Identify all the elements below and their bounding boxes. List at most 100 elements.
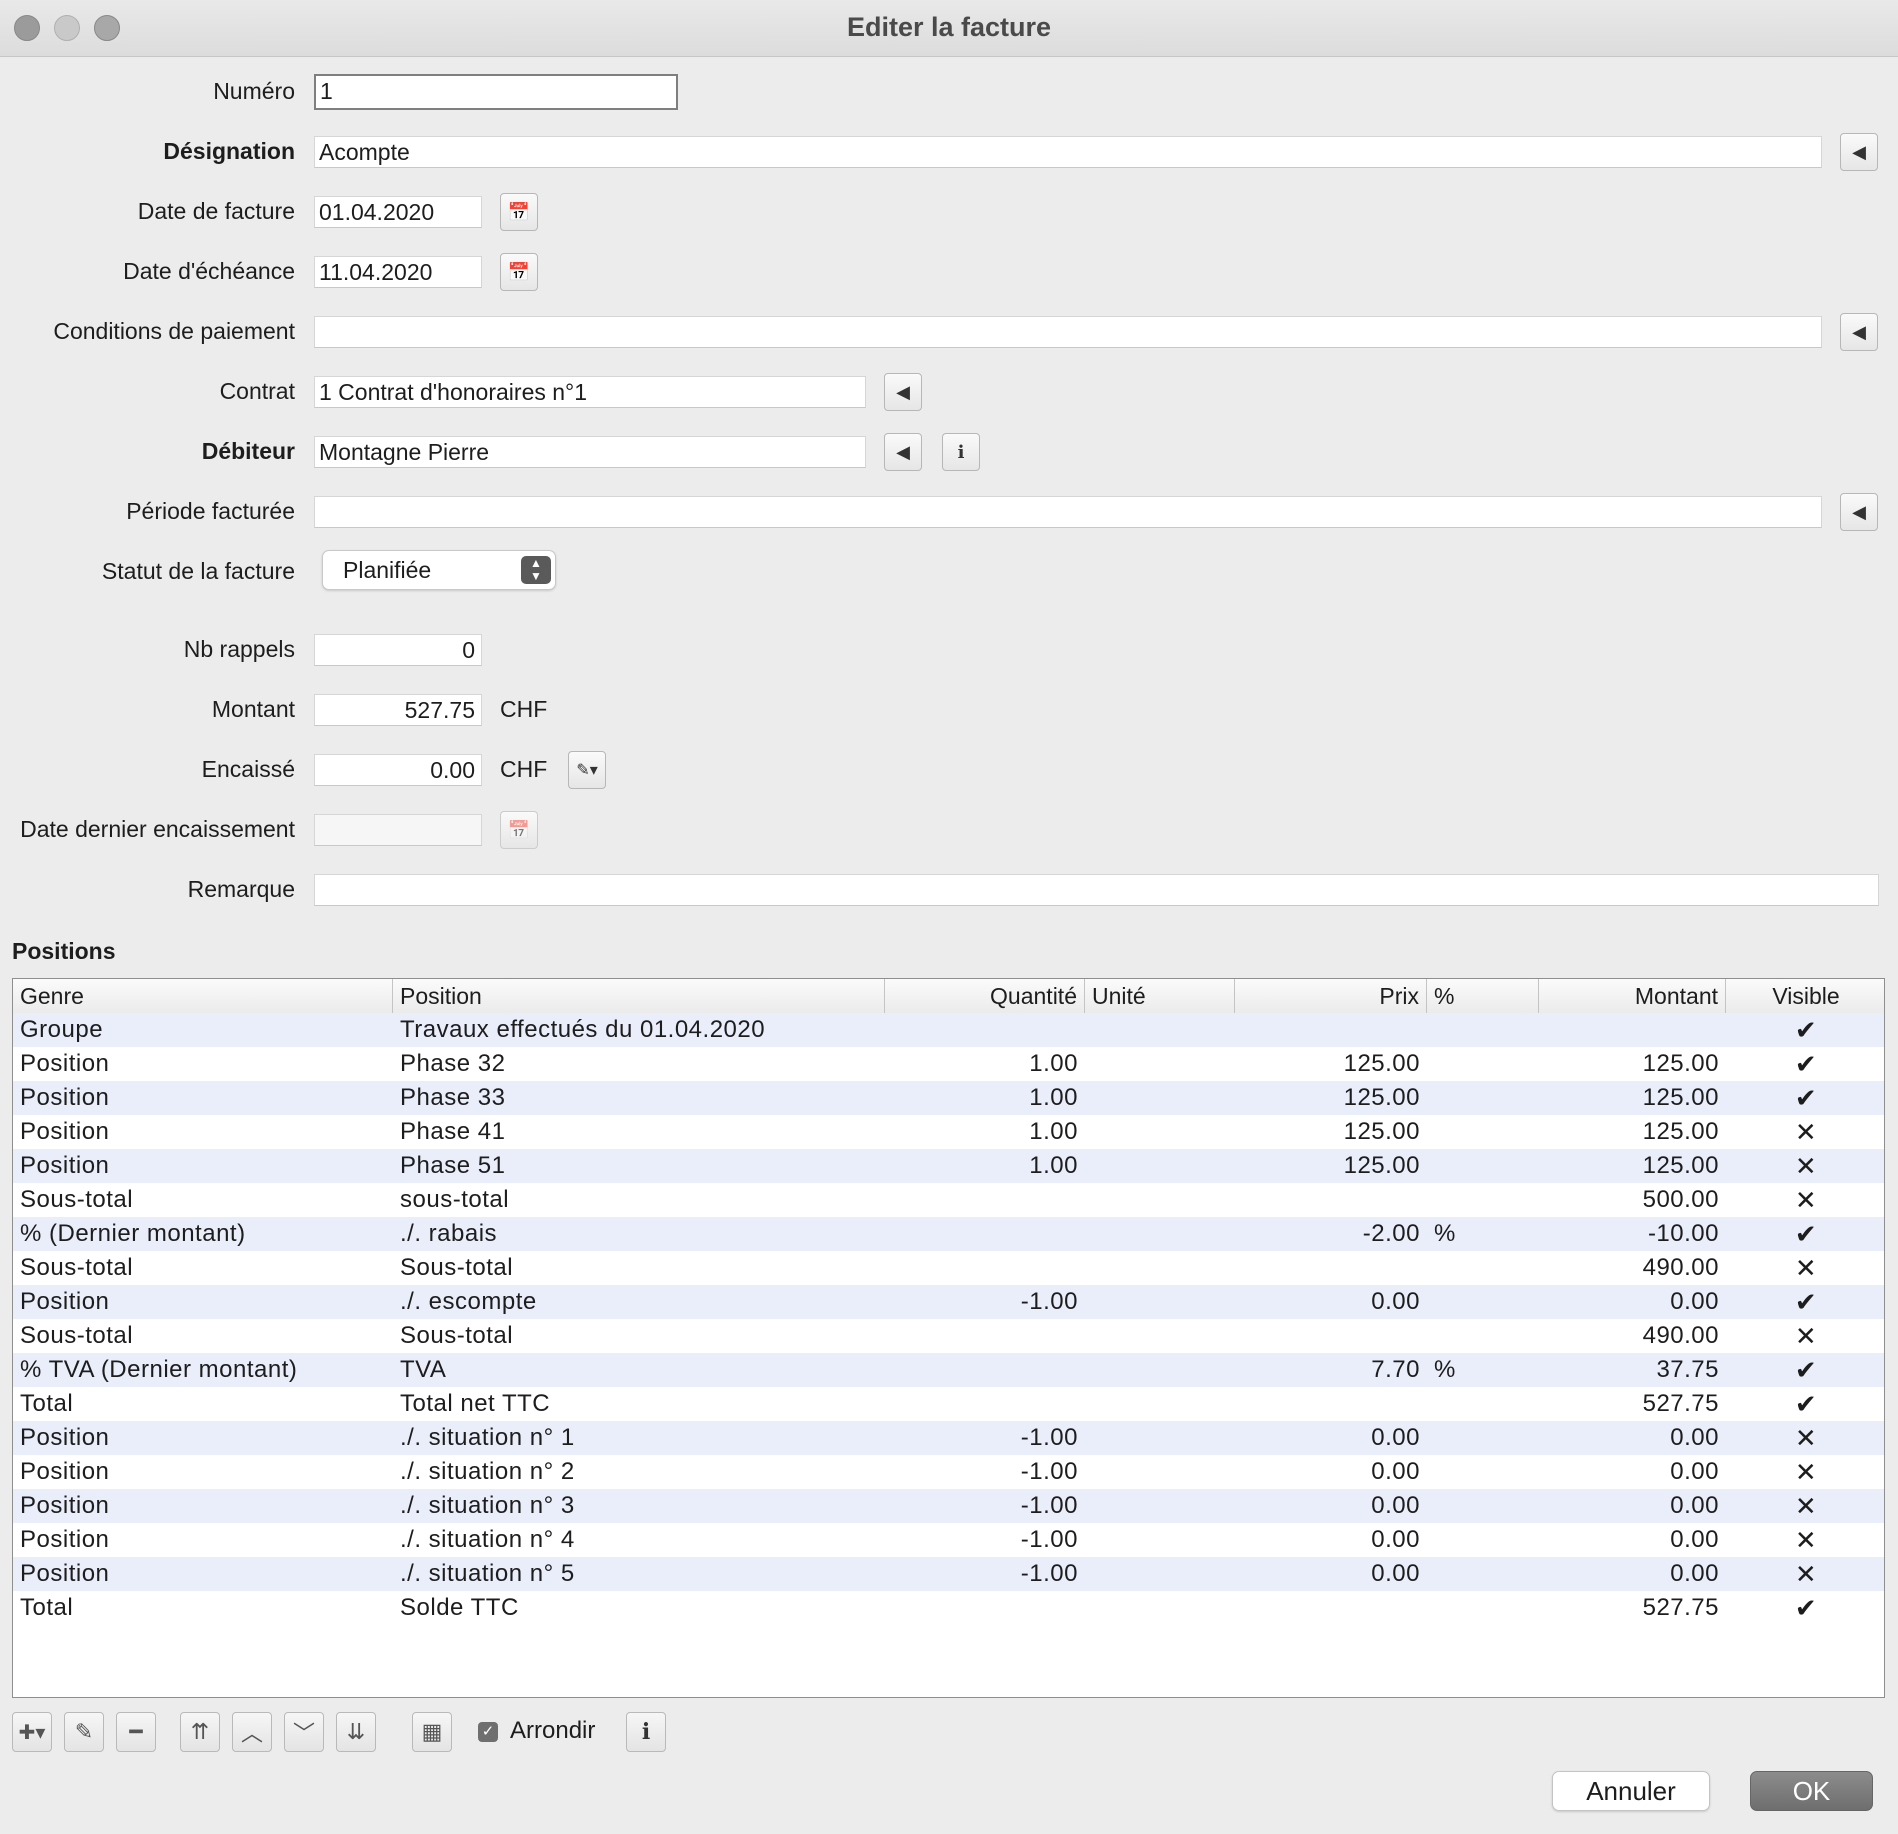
- table-row[interactable]: Position Phase 41 1.00 125.00 125.00 ✕: [13, 1115, 1884, 1149]
- numero-field[interactable]: 1: [314, 74, 678, 110]
- debiteur-info-button[interactable]: i: [942, 433, 980, 471]
- table-row[interactable]: Position Phase 32 1.00 125.00 125.00 ✔: [13, 1047, 1884, 1081]
- positions-table[interactable]: Genre Position Quantité Unité Prix % Mon…: [12, 978, 1885, 1698]
- date-dernier-field: [314, 814, 482, 846]
- date-facture-calendar-button[interactable]: 📅: [500, 193, 538, 231]
- calculator-icon: ▦: [421, 1719, 443, 1744]
- cell-genre: Groupe: [20, 1016, 104, 1043]
- column-header-genre[interactable]: Genre: [13, 979, 393, 1013]
- debiteur-field[interactable]: Montagne Pierre: [314, 436, 866, 468]
- move-bottom-button[interactable]: ⇊: [336, 1712, 376, 1752]
- move-down-button[interactable]: ﹀: [284, 1712, 324, 1752]
- montant-field[interactable]: 527.75: [314, 694, 482, 726]
- encaisse-label: Encaissé: [201, 756, 295, 782]
- encaisse-edit-menu-button[interactable]: ✎▾: [568, 751, 606, 789]
- column-header-position[interactable]: Position: [393, 979, 885, 1013]
- cell-genre: % (Dernier montant): [20, 1220, 246, 1247]
- cell-visible: ✔: [1794, 1015, 1818, 1045]
- cell-quantite: -1.00: [1020, 1526, 1078, 1553]
- column-header-montant[interactable]: Montant: [1539, 979, 1726, 1013]
- cell-visible: ✔: [1794, 1219, 1818, 1249]
- cell-percent: [1427, 1455, 1539, 1489]
- cell-prix: [1235, 1251, 1427, 1285]
- cell-position: TVA: [400, 1356, 447, 1383]
- info-icon: i: [641, 1719, 651, 1745]
- cell-percent: [1427, 1489, 1539, 1523]
- montant-unit: CHF: [500, 696, 548, 722]
- cell-prix: -2.00: [1362, 1220, 1420, 1247]
- table-row[interactable]: Sous-total sous-total 500.00 ✕: [13, 1183, 1884, 1217]
- cell-position: Phase 33: [400, 1084, 506, 1111]
- date-facture-label: Date de facture: [137, 198, 295, 224]
- column-header-percent[interactable]: %: [1427, 979, 1539, 1013]
- ok-button[interactable]: OK: [1750, 1771, 1873, 1811]
- table-row[interactable]: Position ./. situation n° 2 -1.00 0.00 0.00 ✕: [13, 1455, 1884, 1489]
- cell-visible: ✕: [1794, 1559, 1818, 1589]
- table-row[interactable]: Position ./. situation n° 4 -1.00 0.00 0.00 ✕: [13, 1523, 1884, 1557]
- cell-quantite: [885, 1387, 1085, 1421]
- remove-button[interactable]: ━: [116, 1712, 156, 1752]
- table-row[interactable]: % (Dernier montant) ./. rabais -2.00% -10.0…: [13, 1217, 1884, 1251]
- designation-picker-button[interactable]: ◀: [1840, 133, 1878, 171]
- table-row[interactable]: Total Solde TTC 527.75 ✔: [13, 1591, 1884, 1625]
- cell-quantite: [885, 1183, 1085, 1217]
- date-facture-field[interactable]: 01.04.2020: [314, 196, 482, 228]
- table-row[interactable]: Position Phase 51 1.00 125.00 125.00 ✕: [13, 1149, 1884, 1183]
- debiteur-picker-button[interactable]: ◀: [884, 433, 922, 471]
- cell-genre: Position: [20, 1560, 110, 1587]
- add-menu-button[interactable]: ✚▾: [12, 1712, 52, 1752]
- table-row[interactable]: Position ./. situation n° 1 -1.00 0.00 0.00 ✕: [13, 1421, 1884, 1455]
- table-row[interactable]: % TVA (Dernier montant) TVA 7.70% 37.75 ✔: [13, 1353, 1884, 1387]
- column-header-unite[interactable]: Unité: [1085, 979, 1235, 1013]
- remarque-field[interactable]: [314, 874, 1879, 906]
- cell-quantite: -1.00: [1020, 1560, 1078, 1587]
- cell-montant: [1539, 1013, 1726, 1047]
- column-header-visible[interactable]: Visible: [1726, 979, 1884, 1013]
- plus-icon: ✚▾: [18, 1721, 46, 1744]
- move-up-button[interactable]: ︿: [232, 1712, 272, 1752]
- encaisse-unit: CHF: [500, 756, 548, 782]
- table-row[interactable]: Position ./. escompte -1.00 0.00 0.00 ✔: [13, 1285, 1884, 1319]
- cell-percent: [1427, 1557, 1539, 1591]
- cell-visible: ✕: [1794, 1423, 1818, 1453]
- cell-prix: [1235, 1183, 1427, 1217]
- cell-percent: [1427, 1081, 1539, 1115]
- cell-visible: ✔: [1794, 1593, 1818, 1623]
- date-echeance-field[interactable]: 11.04.2020: [314, 256, 482, 288]
- column-header-quantite[interactable]: Quantité: [885, 979, 1085, 1013]
- edit-button[interactable]: ✎: [64, 1712, 104, 1752]
- cancel-button[interactable]: Annuler: [1552, 1771, 1710, 1811]
- contrat-field[interactable]: 1 Contrat d'honoraires n°1: [314, 376, 866, 408]
- date-echeance-calendar-button[interactable]: 📅: [500, 253, 538, 291]
- cell-visible: ✔: [1794, 1083, 1818, 1113]
- cell-montant: 490.00: [1642, 1322, 1719, 1349]
- calculator-button[interactable]: ▦: [412, 1712, 452, 1752]
- table-row[interactable]: Total Total net TTC 527.75 ✔: [13, 1387, 1884, 1421]
- cell-genre: Position: [20, 1492, 110, 1519]
- table-row[interactable]: Sous-total Sous-total 490.00 ✕: [13, 1319, 1884, 1353]
- contrat-picker-button[interactable]: ◀: [884, 373, 922, 411]
- table-row[interactable]: Sous-total Sous-total 490.00 ✕: [13, 1251, 1884, 1285]
- statut-select[interactable]: Planifiée ▲ ▼: [322, 550, 556, 590]
- conditions-field[interactable]: [314, 316, 1822, 348]
- encaisse-field[interactable]: 0.00: [314, 754, 482, 786]
- table-row[interactable]: Groupe Travaux effectués du 01.04.2020 ✔: [13, 1013, 1884, 1047]
- cell-prix: 125.00: [1343, 1152, 1420, 1179]
- conditions-picker-button[interactable]: ◀: [1840, 313, 1878, 351]
- column-header-prix[interactable]: Prix: [1235, 979, 1427, 1013]
- cell-quantite: [885, 1013, 1085, 1047]
- periode-field[interactable]: [314, 496, 1822, 528]
- table-row[interactable]: Position Phase 33 1.00 125.00 125.00 ✔: [13, 1081, 1884, 1115]
- designation-field[interactable]: Acompte: [314, 136, 1822, 168]
- cell-montant: 125.00: [1642, 1084, 1719, 1111]
- move-top-button[interactable]: ⇈: [180, 1712, 220, 1752]
- info-button[interactable]: i: [626, 1712, 666, 1752]
- nb-rappels-field[interactable]: 0: [314, 634, 482, 666]
- periode-picker-button[interactable]: ◀: [1840, 493, 1878, 531]
- cell-genre: Total: [20, 1594, 74, 1621]
- table-row[interactable]: Position ./. situation n° 3 -1.00 0.00 0.00 ✕: [13, 1489, 1884, 1523]
- arrondir-checkbox[interactable]: ✓: [478, 1722, 498, 1742]
- cell-position: Travaux effectués du 01.04.2020: [400, 1016, 766, 1043]
- contrat-label: Contrat: [219, 378, 295, 404]
- table-row[interactable]: Position ./. situation n° 5 -1.00 0.00 0.00 ✕: [13, 1557, 1884, 1591]
